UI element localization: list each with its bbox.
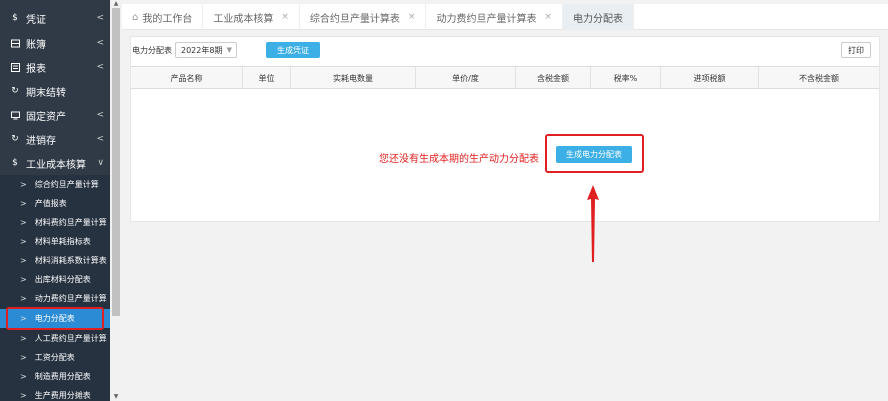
annotation-arrow xyxy=(587,185,599,262)
arrow-up-icon xyxy=(587,185,599,262)
